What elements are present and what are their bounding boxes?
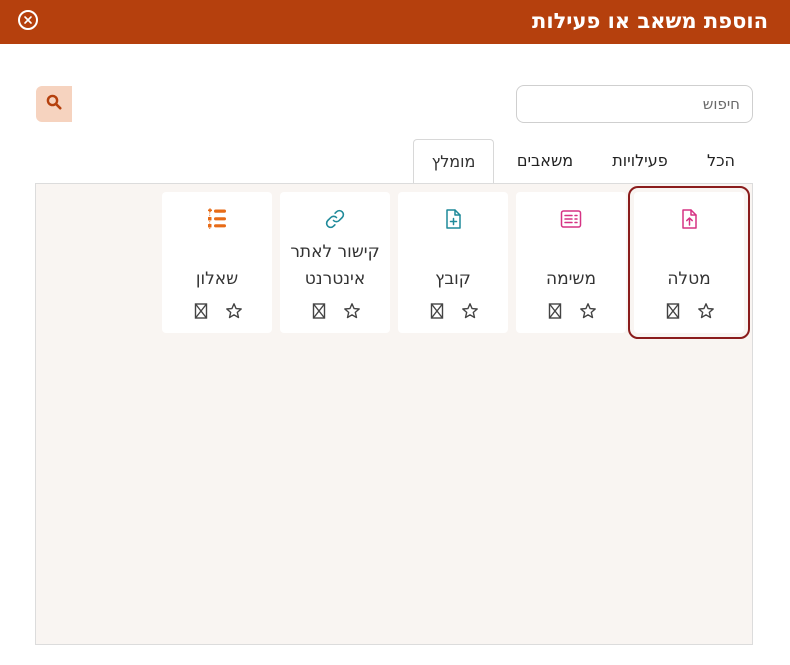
dialog-header: הוספת משאב או פעילות xyxy=(0,0,790,44)
search-button[interactable] xyxy=(36,86,72,122)
tab-resources[interactable]: משאבים xyxy=(503,139,587,183)
search-icon xyxy=(46,94,62,114)
info-icon[interactable] xyxy=(548,302,562,320)
search-input[interactable] xyxy=(516,85,753,123)
quiz-list-icon xyxy=(205,207,229,231)
star-icon[interactable] xyxy=(579,302,597,320)
card-actions xyxy=(398,302,508,322)
card-actions xyxy=(162,302,272,322)
module-label: שאלון xyxy=(195,269,239,289)
info-icon[interactable] xyxy=(666,302,680,320)
info-icon[interactable] xyxy=(194,302,208,320)
tab-activities[interactable]: פעילויות xyxy=(599,139,681,183)
tab-all[interactable]: הכל xyxy=(692,139,750,183)
close-icon xyxy=(23,15,33,25)
star-icon[interactable] xyxy=(697,302,715,320)
info-icon[interactable] xyxy=(430,302,444,320)
module-card-assignment[interactable]: מטלה xyxy=(628,186,750,339)
link-icon xyxy=(323,207,347,231)
star-icon[interactable] xyxy=(461,302,479,320)
card-actions xyxy=(634,302,744,322)
star-icon[interactable] xyxy=(343,302,361,320)
module-label: קובץ xyxy=(435,269,471,289)
card-actions xyxy=(280,302,390,322)
tab-recommended[interactable]: מומלץ xyxy=(413,139,494,184)
module-label: משימה xyxy=(545,269,597,289)
card-actions xyxy=(516,302,626,322)
close-button[interactable] xyxy=(18,10,38,30)
module-card-task[interactable]: משימה xyxy=(516,192,626,333)
star-icon[interactable] xyxy=(225,302,243,320)
module-label-line2: אינטרנט xyxy=(304,269,366,289)
info-icon[interactable] xyxy=(312,302,326,320)
module-card-file[interactable]: קובץ xyxy=(398,192,508,333)
module-card-url[interactable]: קישור לאתר אינטרנט xyxy=(280,192,390,333)
task-list-icon xyxy=(559,207,583,231)
file-upload-icon xyxy=(677,207,701,231)
module-label-line1: קישור לאתר xyxy=(290,242,380,262)
module-card-quiz[interactable]: שאלון xyxy=(162,192,272,333)
dialog-title: הוספת משאב או פעילות xyxy=(532,9,768,33)
module-label: מטלה xyxy=(667,269,711,289)
file-plus-icon xyxy=(441,207,465,231)
